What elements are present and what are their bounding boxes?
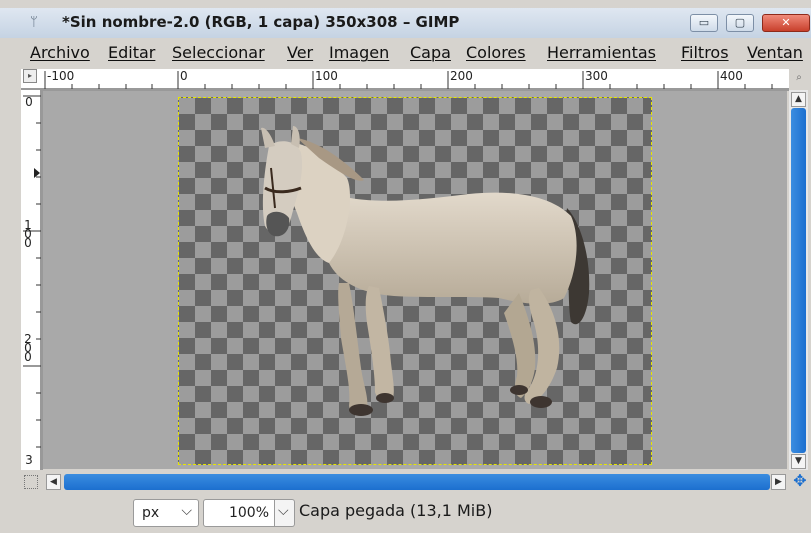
menu-filtros[interactable]: Filtros: [681, 43, 729, 62]
zoom-dropdown-button[interactable]: ⌵: [275, 499, 295, 527]
zoom-input[interactable]: 100%: [203, 499, 275, 527]
unit-select[interactable]: px ⌵: [133, 499, 199, 527]
horizontal-ruler[interactable]: -100 0 100 200 300 400: [21, 69, 789, 91]
image-canvas[interactable]: [178, 97, 652, 465]
menu-triangle-icon[interactable]: ▸: [23, 69, 37, 83]
gimp-wilber-icon: ᛘ: [30, 15, 38, 30]
chevron-down-icon: ⌵: [181, 503, 192, 519]
left-frame: [0, 38, 20, 492]
close-icon: ✕: [781, 16, 791, 29]
ruler-label: 300: [585, 69, 608, 83]
menu-imagen[interactable]: Imagen: [329, 43, 389, 62]
menu-ver[interactable]: Ver: [287, 43, 313, 62]
quickmask-icon[interactable]: [24, 475, 38, 489]
gimp-image-window: ᛘ *Sin nombre-2.0 (RGB, 1 capa) 350x308 …: [0, 0, 811, 533]
ruler-label: 400: [720, 69, 743, 83]
scroll-up-icon[interactable]: ▲: [791, 92, 806, 107]
ruler-label: 100: [24, 218, 32, 250]
menu-bar: Archivo Editar Seleccionar Ver Imagen Ca…: [0, 38, 811, 66]
maximize-button[interactable]: ▢: [726, 14, 754, 32]
menu-seleccionar[interactable]: Seleccionar: [172, 43, 265, 62]
menu-capa[interactable]: Capa: [410, 43, 451, 62]
menu-editar[interactable]: Editar: [108, 43, 155, 62]
ruler-label: -100: [47, 69, 75, 83]
minimize-button[interactable]: ▭: [690, 14, 718, 32]
ruler-label: 100: [315, 69, 338, 83]
window-title: *Sin nombre-2.0 (RGB, 1 capa) 350x308 – …: [62, 13, 460, 31]
layer-status-text: Capa pegada (13,1 MiB): [299, 501, 493, 520]
menu-ventanas[interactable]: Ventan: [747, 43, 803, 62]
vertical-ruler-ticks: [23, 90, 42, 470]
zoom-icon[interactable]: ⌕: [791, 72, 807, 88]
scroll-left-icon[interactable]: ◀: [46, 474, 61, 490]
close-button[interactable]: ✕: [762, 14, 810, 32]
vertical-ruler[interactable]: 0 100 200 3: [21, 90, 43, 470]
menu-herramientas[interactable]: Herramientas: [547, 43, 656, 62]
scroll-down-icon[interactable]: ▼: [791, 454, 806, 469]
menu-colores[interactable]: Colores: [466, 43, 526, 62]
ruler-label: 200: [24, 332, 32, 364]
navigate-icon[interactable]: ✥: [791, 472, 809, 490]
unit-value: px: [142, 505, 160, 521]
horse-image: [261, 126, 590, 416]
scroll-right-icon[interactable]: ▶: [771, 474, 786, 490]
zoom-value: 100%: [228, 505, 269, 521]
vertical-scroll-thumb[interactable]: [791, 108, 806, 453]
ruler-label: 200: [450, 69, 473, 83]
title-bar: ᛘ *Sin nombre-2.0 (RGB, 1 capa) 350x308 …: [0, 8, 811, 39]
minimize-icon: ▭: [698, 16, 710, 29]
horizontal-scroll-thumb[interactable]: [64, 474, 770, 490]
ruler-label: 0: [25, 95, 33, 109]
horizontal-ruler-ticks: [21, 71, 789, 90]
ruler-label: 0: [180, 69, 188, 83]
menu-archivo[interactable]: Archivo: [30, 43, 90, 62]
chevron-down-icon: ⌵: [278, 503, 289, 519]
maximize-icon: ▢: [734, 16, 746, 29]
ruler-label: 3: [25, 453, 33, 467]
